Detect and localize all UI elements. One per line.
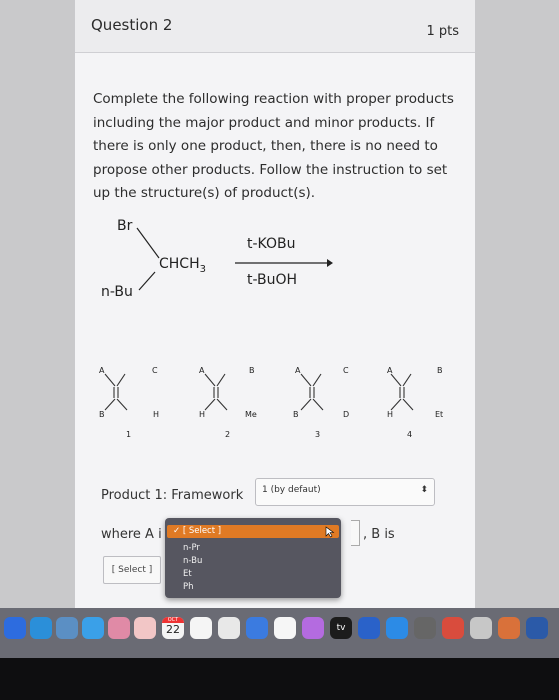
framework-2-number: 2: [225, 430, 231, 439]
podcasts-icon[interactable]: [302, 617, 324, 639]
framework-2-label-me: Me: [245, 410, 257, 419]
b-select[interactable]: [ Select ]: [103, 556, 161, 584]
dropdown-option-et[interactable]: Et: [183, 569, 192, 579]
powerpoint-icon[interactable]: [498, 617, 520, 639]
a-select-edge[interactable]: [351, 520, 360, 546]
app-icon-2[interactable]: [134, 617, 156, 639]
framework-1-label-h: H: [153, 410, 160, 419]
music-icon[interactable]: [274, 617, 296, 639]
app-icon-6[interactable]: [470, 617, 492, 639]
dropdown-option-npr[interactable]: n-Pr: [183, 543, 200, 553]
mouse-cursor-icon: [325, 526, 335, 538]
framework-4-number: 4: [407, 430, 413, 439]
framework-3-label-a: A: [295, 366, 301, 375]
b-is-label: , B is: [363, 527, 395, 542]
tv-label: tv: [336, 623, 346, 633]
framework-3-label-b: B: [293, 410, 299, 419]
screen-bezel: [0, 658, 559, 700]
framework-2-label-h: H: [199, 410, 206, 419]
framework-2-label-a: A: [199, 366, 205, 375]
dropdown-option-select[interactable]: ✓ [ Select ]: [173, 526, 221, 536]
photos-icon[interactable]: [108, 617, 130, 639]
framework-1-label-a: A: [99, 366, 105, 375]
apple-tv-icon[interactable]: tv: [330, 617, 352, 639]
notes-icon[interactable]: [218, 617, 240, 639]
word-icon[interactable]: [526, 617, 548, 639]
app-store-icon[interactable]: [386, 617, 408, 639]
question-card: Question 2 1 pts Complete the following …: [74, 0, 476, 608]
launchpad-icon[interactable]: [56, 617, 78, 639]
framework-structures: [104, 373, 414, 411]
calendar-icon[interactable]: OCT 22: [162, 617, 184, 639]
system-preferences-icon[interactable]: [414, 617, 436, 639]
select-arrows-icon: ⬍: [420, 485, 428, 495]
framework-3-label-d: D: [343, 410, 350, 419]
app-icon-1[interactable]: [30, 617, 52, 639]
safari-icon[interactable]: [82, 617, 104, 639]
dropdown-option-nbu[interactable]: n-Bu: [183, 556, 202, 566]
app-icon-4[interactable]: [358, 617, 380, 639]
framework-4-label-et: Et: [435, 410, 444, 419]
app-icon-5[interactable]: [442, 617, 464, 639]
framework-3-label-c: C: [343, 366, 349, 375]
framework-options: A C B H 1 A B H Me 2 A C B D 3 A B H Et …: [75, 360, 475, 450]
reagent-label: t-KOBu: [247, 236, 296, 252]
framework-4-label-h: H: [387, 410, 394, 419]
framework-1-label-b: B: [99, 410, 105, 419]
framework-4-label-a: A: [387, 366, 393, 375]
browser-viewport: Question 2 1 pts Complete the following …: [0, 0, 559, 608]
framework-3-number: 3: [315, 430, 321, 439]
calendar-day: 22: [166, 623, 180, 636]
dropdown-option-ph[interactable]: Ph: [183, 582, 194, 592]
framework-select-value: 1 (by defaut): [262, 485, 321, 495]
finder-icon[interactable]: [4, 617, 26, 639]
where-a-label: where A i: [101, 527, 162, 542]
framework-1-label-c: C: [152, 366, 158, 375]
framework-4-label-b: B: [437, 366, 443, 375]
product-1-label: Product 1: Framework: [101, 488, 244, 503]
framework-1-number: 1: [126, 430, 132, 439]
framework-select[interactable]: 1 (by defaut) ⬍: [255, 478, 435, 506]
solvent-label: t-BuOH: [247, 272, 298, 288]
reminders-icon[interactable]: [190, 617, 212, 639]
a-dropdown-menu: ✓ [ Select ] n-Pr n-Bu Et Ph: [165, 518, 341, 598]
framework-2-label-b: B: [249, 366, 255, 375]
app-icon-3[interactable]: [246, 617, 268, 639]
